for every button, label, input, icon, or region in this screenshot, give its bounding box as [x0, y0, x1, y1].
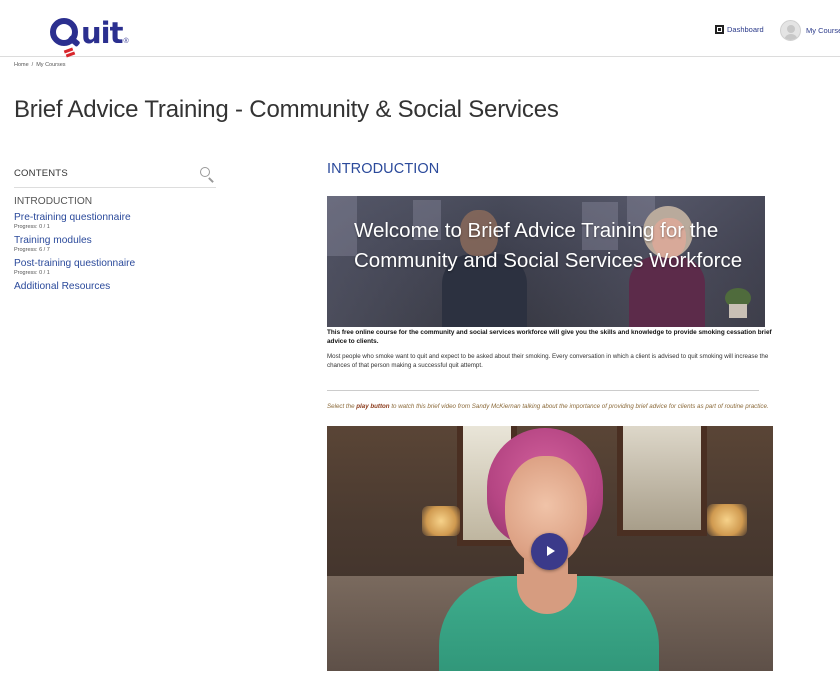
logo-text: uit	[81, 16, 123, 50]
sidebar-item-label: Training modules	[14, 235, 92, 246]
user-avatar[interactable]	[780, 20, 801, 41]
sidebar-item-label: Pre-training questionnaire	[14, 212, 131, 223]
dashboard-link[interactable]: Dashboard	[715, 25, 764, 34]
dashboard-label: Dashboard	[727, 25, 764, 34]
section-divider	[327, 390, 759, 391]
breadcrumb-home[interactable]: Home	[14, 62, 29, 68]
quit-logo-q-icon	[50, 18, 81, 58]
play-button[interactable]	[531, 532, 568, 570]
video-instruction: Select the play button to watch this bri…	[327, 403, 772, 412]
search-icon[interactable]	[199, 166, 215, 183]
sidebar-item-progress: Progress: 6 / 7	[14, 247, 50, 253]
dashboard-icon	[715, 25, 724, 34]
section-title: INTRODUCTION	[327, 161, 440, 177]
sidebar-item-label: Additional Resources	[14, 281, 111, 292]
sidebar-item-additional-resources[interactable]: Additional Resources	[14, 281, 216, 293]
sidebar-item-training-modules[interactable]: Training modules Progress: 6 / 7	[14, 235, 216, 254]
welcome-banner-image: Welcome to Brief Advice Training for the…	[327, 196, 765, 327]
main-content: INTRODUCTION Welcome to Brief Advice Tra…	[327, 158, 777, 671]
play-icon	[547, 546, 555, 556]
contents-list: INTRODUCTION Pre-training questionnaire …	[14, 196, 216, 293]
sidebar-item-progress: Progress: 0 / 1	[14, 224, 50, 230]
course-contents-sidebar: CONTENTS INTRODUCTION Pre-training quest…	[14, 160, 216, 297]
contents-header: CONTENTS	[14, 160, 216, 188]
instruction-post: to watch this brief video from Sandy McK…	[389, 403, 769, 410]
banner-heading: Welcome to Brief Advice Training for the…	[354, 219, 743, 272]
sidebar-item-label: Post-training questionnaire	[14, 258, 136, 269]
intro-paragraph: Most people who smoke want to quit and e…	[327, 353, 769, 369]
breadcrumb: Home / My Courses	[14, 62, 66, 68]
my-courses-menu[interactable]: My Course	[806, 26, 840, 35]
contents-label: CONTENTS	[14, 168, 68, 179]
page-title: Brief Advice Training - Community & Soci…	[14, 96, 559, 123]
site-header: uit ® Dashboard My Course	[0, 0, 840, 58]
sidebar-item-pre-training-questionnaire[interactable]: Pre-training questionnaire Progress: 0 /…	[14, 212, 216, 231]
sidebar-item-post-training-questionnaire[interactable]: Post-training questionnaire Progress: 0 …	[14, 258, 216, 277]
intro-summary: This free online course for the communit…	[327, 329, 772, 345]
instruction-play-emphasis: play button	[356, 403, 390, 410]
sidebar-item-label: INTRODUCTION	[14, 196, 93, 207]
sidebar-item-progress: Progress: 0 / 1	[14, 270, 50, 276]
breadcrumb-separator: /	[31, 62, 34, 68]
intro-video-player[interactable]	[327, 425, 773, 671]
sidebar-item-introduction[interactable]: INTRODUCTION	[14, 196, 216, 208]
instruction-pre: Select the	[327, 403, 357, 410]
logo-registered-mark: ®	[123, 38, 129, 45]
breadcrumb-my-courses[interactable]: My Courses	[36, 62, 65, 68]
quit-logo[interactable]: uit ®	[50, 10, 129, 58]
